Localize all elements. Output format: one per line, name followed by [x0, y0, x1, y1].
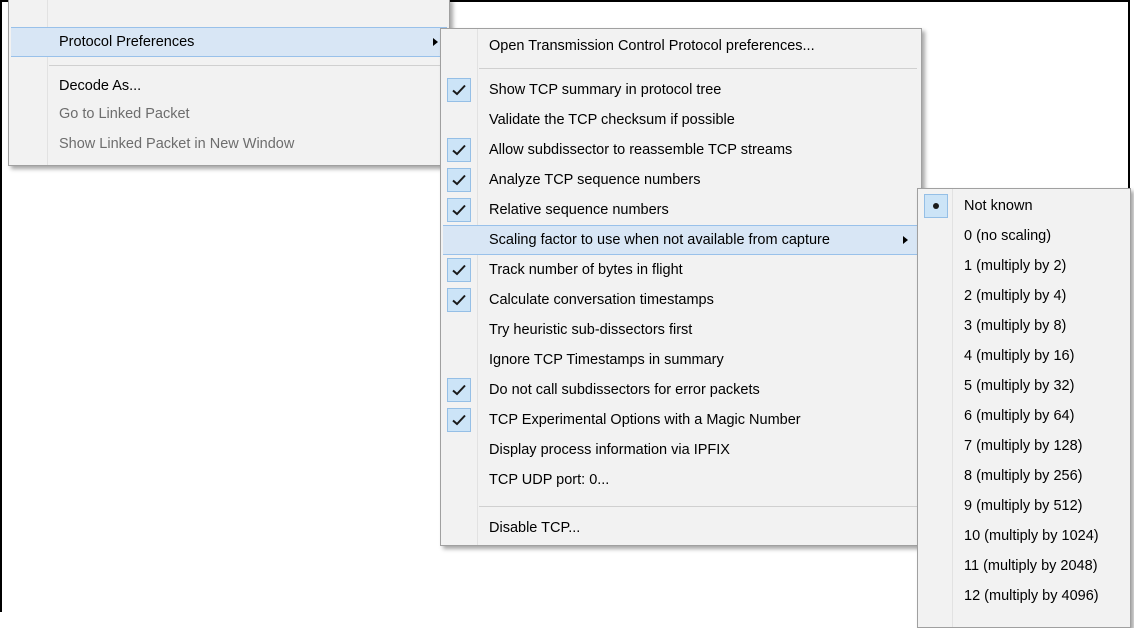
menu-separator [49, 65, 445, 66]
menu-item-heuristic-first[interactable]: Try heuristic sub-dissectors first [441, 315, 921, 345]
menu-item-label: Display process information via IPFIX [489, 442, 730, 458]
radio-item-scale[interactable]: 0 (no scaling) [918, 221, 1130, 251]
menu-item-label: 9 (multiply by 512) [964, 498, 1083, 514]
menu-item-label: Open Transmission Control Protocol prefe… [489, 38, 815, 54]
menu-item-track-bytes[interactable]: Track number of bytes in flight [441, 255, 921, 285]
checkmark-icon [452, 144, 466, 156]
menu-item-go-to-linked-packet[interactable]: Go to Linked Packet [9, 99, 449, 129]
checkbox [447, 258, 471, 282]
menu-item-label: 10 (multiply by 1024) [964, 528, 1099, 544]
menu-item-label: Not known [964, 198, 1033, 214]
menu-separator [479, 506, 917, 507]
menu-item-experimental-options[interactable]: TCP Experimental Options with a Magic Nu… [441, 405, 921, 435]
radio-indicator [924, 194, 948, 218]
menu-item-label: Analyze TCP sequence numbers [489, 172, 701, 188]
menu-item-allow-reassemble[interactable]: Allow subdissector to reassemble TCP str… [441, 135, 921, 165]
checkbox [447, 198, 471, 222]
menu-item-label: 4 (multiply by 16) [964, 348, 1075, 364]
menu-item-ipfix[interactable]: Display process information via IPFIX [441, 435, 921, 465]
menu-item-label: Show TCP summary in protocol tree [489, 82, 722, 98]
menu-item-label: 0 (no scaling) [964, 228, 1052, 244]
menu-item-label: 6 (multiply by 64) [964, 408, 1075, 424]
checkmark-icon [452, 414, 466, 426]
protocol-preferences-menu: Open Transmission Control Protocol prefe… [440, 28, 922, 546]
radio-item-scale[interactable]: 12 (multiply by 4096) [918, 581, 1130, 611]
radio-bullet-icon [933, 203, 939, 209]
menu-item-label: 7 (multiply by 128) [964, 438, 1083, 454]
menu-item-conversation-timestamps[interactable]: Calculate conversation timestamps [441, 285, 921, 315]
checkmark-icon [452, 294, 466, 306]
checkmark-icon [452, 264, 466, 276]
checkbox [447, 78, 471, 102]
menu-item-label: Validate the TCP checksum if possible [489, 112, 735, 128]
menu-separator [479, 68, 917, 69]
menu-item-disable-tcp[interactable]: Disable TCP... [441, 513, 921, 543]
radio-item-scale[interactable]: 4 (multiply by 16) [918, 341, 1130, 371]
menu-item-open-preferences[interactable]: Open Transmission Control Protocol prefe… [441, 31, 921, 61]
menu-item-ignore-timestamps[interactable]: Ignore TCP Timestamps in summary [441, 345, 921, 375]
menu-item-label: Disable TCP... [489, 520, 581, 536]
radio-item-scale[interactable]: 2 (multiply by 4) [918, 281, 1130, 311]
menu-item-label: 2 (multiply by 4) [964, 288, 1067, 304]
menu-item-validate-checksum[interactable]: Validate the TCP checksum if possible [441, 105, 921, 135]
scaling-factor-menu: Not known 0 (no scaling) 1 (multiply by … [917, 188, 1131, 628]
menu-item-label: 5 (multiply by 32) [964, 378, 1075, 394]
menu-item-label: Try heuristic sub-dissectors first [489, 322, 693, 338]
chevron-right-icon [903, 236, 908, 244]
context-menu: Protocol Preferences Decode As... Go to … [8, 0, 450, 166]
menu-item-label: TCP UDP port: 0... [489, 472, 610, 488]
radio-item-scale[interactable]: 11 (multiply by 2048) [918, 551, 1130, 581]
menu-item-label: Protocol Preferences [59, 34, 195, 50]
checkmark-icon [452, 84, 466, 96]
menu-item-label: Relative sequence numbers [489, 202, 669, 218]
menu-item-label: Scaling factor to use when not available… [489, 232, 830, 248]
menu-item-scaling-factor[interactable]: Scaling factor to use when not available… [443, 225, 919, 255]
menu-item-show-linked-packet-new-window[interactable]: Show Linked Packet in New Window [9, 129, 449, 159]
checkbox [447, 138, 471, 162]
checkmark-icon [452, 384, 466, 396]
menu-item-label: 3 (multiply by 8) [964, 318, 1067, 334]
radio-item-scale[interactable]: 5 (multiply by 32) [918, 371, 1130, 401]
menu-item-label: Show Linked Packet in New Window [59, 136, 295, 152]
menu-item-analyze-seq[interactable]: Analyze TCP sequence numbers [441, 165, 921, 195]
radio-item-scale[interactable]: 9 (multiply by 512) [918, 491, 1130, 521]
checkbox [447, 168, 471, 192]
menu-item-udp-port[interactable]: TCP UDP port: 0... [441, 465, 921, 495]
checkbox [447, 378, 471, 402]
menu-item-label: 8 (multiply by 256) [964, 468, 1083, 484]
menu-item-label: Decode As... [59, 78, 142, 94]
radio-item-scale[interactable]: 1 (multiply by 2) [918, 251, 1130, 281]
menu-item-label: Go to Linked Packet [59, 106, 190, 122]
menu-item-label: 12 (multiply by 4096) [964, 588, 1099, 604]
menu-item-label: Calculate conversation timestamps [489, 292, 714, 308]
checkmark-icon [452, 174, 466, 186]
menu-item-label: 11 (multiply by 2048) [964, 558, 1098, 574]
menu-item-label: Allow subdissector to reassemble TCP str… [489, 142, 793, 158]
menu-item-protocol-preferences[interactable]: Protocol Preferences [11, 27, 447, 57]
menu-item-label: Do not call subdissectors for error pack… [489, 382, 760, 398]
radio-item-scale[interactable]: 7 (multiply by 128) [918, 431, 1130, 461]
checkbox [447, 288, 471, 312]
menu-item-label: Ignore TCP Timestamps in summary [489, 352, 724, 368]
radio-item-scale[interactable]: 3 (multiply by 8) [918, 311, 1130, 341]
menu-item-label: TCP Experimental Options with a Magic Nu… [489, 412, 801, 428]
radio-item-scale[interactable]: 10 (multiply by 1024) [918, 521, 1130, 551]
chevron-right-icon [433, 38, 438, 46]
menu-item-no-subdissectors-errors[interactable]: Do not call subdissectors for error pack… [441, 375, 921, 405]
radio-item-not-known[interactable]: Not known [918, 191, 1130, 221]
radio-item-scale[interactable]: 6 (multiply by 64) [918, 401, 1130, 431]
radio-item-scale[interactable]: 8 (multiply by 256) [918, 461, 1130, 491]
menu-item-label: 1 (multiply by 2) [964, 258, 1067, 274]
menu-item-relative-seq[interactable]: Relative sequence numbers [441, 195, 921, 225]
checkbox [447, 408, 471, 432]
menu-item-decode-as[interactable]: Decode As... [9, 71, 449, 101]
checkmark-icon [452, 204, 466, 216]
menu-item-show-tcp-summary[interactable]: Show TCP summary in protocol tree [441, 75, 921, 105]
menu-item-label: Track number of bytes in flight [489, 262, 683, 278]
